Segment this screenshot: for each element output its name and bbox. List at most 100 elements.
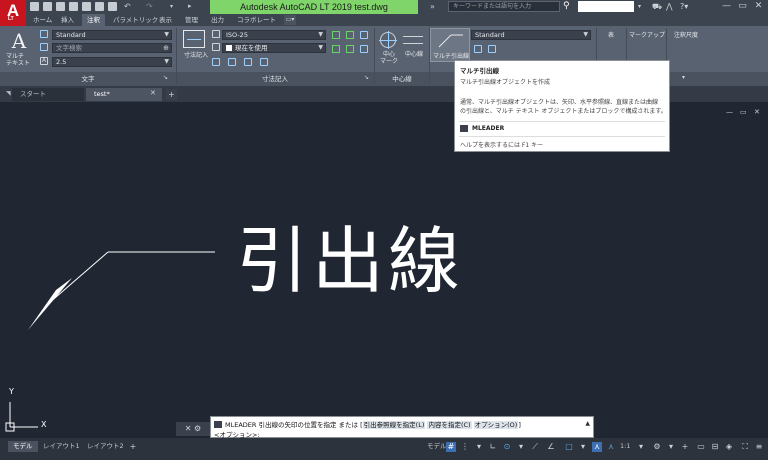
save-as-icon[interactable] (69, 2, 78, 11)
quick-properties-icon[interactable]: ⊟ (710, 442, 720, 452)
dim-break-icon[interactable] (332, 31, 340, 39)
dim-tool-3-icon[interactable] (244, 58, 252, 66)
grid-icon[interactable]: # (446, 442, 456, 452)
mleader-button[interactable]: マルチ引出線 (430, 28, 470, 62)
tab-output[interactable]: 出力 (206, 14, 229, 26)
open-file-icon[interactable] (43, 2, 52, 11)
remove-leader-icon[interactable] (488, 45, 496, 53)
text-height-select[interactable]: 2.5 ▼ (52, 57, 172, 67)
dim-jog-icon[interactable] (332, 45, 340, 53)
save-web-icon[interactable] (95, 2, 104, 11)
snap-icon[interactable]: ⋮ (460, 442, 470, 452)
add-leader-icon[interactable] (474, 45, 482, 53)
dim-update-icon[interactable] (346, 45, 354, 53)
minimize-icon[interactable]: — (720, 1, 733, 12)
annotation-scale-button[interactable]: 注釈尺度 (668, 32, 704, 39)
tab-home[interactable]: ホーム (28, 14, 57, 26)
scale-dropdown-icon[interactable]: ▾ (636, 442, 646, 452)
object-snap-tracking-icon[interactable]: ∠ (546, 442, 556, 452)
clean-screen-icon[interactable]: ⛶ (740, 442, 750, 452)
tab-toggle-icon[interactable]: ▭▾ (284, 15, 296, 25)
panel-launcher-icon[interactable]: ▾ (682, 74, 685, 81)
command-line[interactable]: MLEADER 引出線の矢印の位置を指定 または [引出参照線を指定(L) 内容… (210, 416, 594, 439)
annotation-visibility-icon[interactable]: ⋏ (592, 442, 602, 452)
help-search-input[interactable]: キーワードまたは語句を入力 (448, 1, 560, 12)
text-style-select[interactable]: Standard ▼ (52, 30, 172, 40)
layout-tab-layout2[interactable]: レイアウト2 (82, 441, 129, 452)
workspace-dropdown-icon[interactable]: ▾ (666, 442, 676, 452)
multiline-text-label[interactable]: マルチ テキスト (6, 53, 36, 67)
snap-dropdown-icon[interactable]: ▾ (474, 442, 484, 452)
redo-icon[interactable]: ↷ (146, 2, 155, 11)
tab-insert[interactable]: 挿入 (56, 14, 79, 26)
dim-tool-4-icon[interactable] (260, 58, 268, 66)
dimension-panel-title[interactable]: 寸法記入 (178, 74, 372, 84)
centerline-icon[interactable] (403, 36, 423, 44)
autodesk-app-icon[interactable]: ⋀ (666, 1, 678, 12)
tab-annotate[interactable]: 注釈 (82, 14, 105, 26)
open-web-icon[interactable] (82, 2, 91, 11)
qat-menu-icon[interactable]: ▸ (188, 2, 197, 11)
ortho-icon[interactable]: ∟ (488, 442, 498, 452)
maximize-icon[interactable]: ▭ (736, 1, 749, 12)
dim-tool-2-icon[interactable] (228, 58, 236, 66)
dimension-icon[interactable] (183, 30, 205, 48)
option-options[interactable]: オプション(O) (473, 421, 519, 429)
cmdline-customize-icon[interactable]: ⚙ (194, 424, 201, 433)
tab-view[interactable]: 表示 (154, 14, 177, 26)
centerline-panel-title[interactable]: 中心線 (376, 74, 428, 84)
sign-in-box[interactable] (578, 1, 634, 12)
new-tab-icon[interactable]: + (166, 89, 177, 100)
units-icon[interactable]: ▭ (696, 442, 706, 452)
dim-reassoc-icon[interactable] (360, 45, 368, 53)
layout-tab-layout1[interactable]: レイアウト1 (38, 441, 85, 452)
dimension-label[interactable]: 寸法記入 (178, 52, 214, 59)
mleader-style-select[interactable]: Standard ▼ (471, 30, 591, 40)
panel-launcher-icon[interactable]: ↘ (364, 74, 369, 81)
center-mark-icon[interactable] (379, 31, 397, 49)
mtext-object[interactable]: 引出線 (236, 216, 464, 306)
close-icon[interactable]: ✕ (752, 1, 765, 12)
option-content-first[interactable]: 内容を指定(C) (427, 421, 472, 429)
cmdline-history-icon[interactable]: ▲ (585, 420, 590, 427)
markup-button[interactable]: マークアップ (628, 32, 666, 39)
binoculars-icon[interactable]: ⚲ (563, 1, 574, 12)
multiline-text-icon[interactable]: A (8, 30, 30, 52)
dim-style-select[interactable]: ISO-25 ▼ (222, 30, 326, 40)
application-menu-button[interactable]: A LT (0, 0, 26, 26)
dim-inspect-icon[interactable] (360, 31, 368, 39)
osnap-dropdown-icon[interactable]: ▾ (578, 442, 588, 452)
center-mark-label[interactable]: 中心 マーク (378, 51, 400, 65)
layout-tab-model[interactable]: モデル (8, 441, 38, 452)
undo-icon[interactable]: ↶ (124, 2, 133, 11)
find-text-input[interactable]: 文字検索 ⊕ (52, 43, 172, 53)
plot-icon[interactable] (108, 2, 117, 11)
cmdline-close-icon[interactable]: ✕ (185, 424, 192, 433)
new-file-icon[interactable] (30, 2, 39, 11)
qat-dropdown-icon[interactable]: ▾ (170, 2, 179, 11)
option-leader-landing[interactable]: 引出参照線を指定(L) (362, 421, 426, 429)
file-tabs-menu-icon[interactable]: ◥ (6, 90, 11, 97)
isolate-objects-icon[interactable]: ◈ (724, 442, 734, 452)
help-icon[interactable]: ?▾ (680, 1, 700, 12)
annotation-scale-select[interactable]: 1:1 (620, 441, 630, 452)
workspace-gear-icon[interactable]: ⚙ (652, 442, 662, 452)
polar-dropdown-icon[interactable]: ▾ (516, 442, 526, 452)
cart-icon[interactable]: ⛟ (652, 1, 664, 12)
file-tab-start[interactable]: スタート (12, 88, 84, 101)
command-input[interactable]: <オプション>: (214, 429, 260, 439)
tab-collaborate[interactable]: コラボレート (232, 14, 281, 26)
dim-tool-1-icon[interactable] (212, 58, 220, 66)
centerline-label[interactable]: 中心線 (400, 51, 428, 58)
dim-layer-select[interactable]: 現在を使用 ▼ (222, 43, 326, 53)
add-layout-icon[interactable]: + (128, 442, 138, 452)
user-dropdown-icon[interactable]: ▾ (638, 1, 649, 12)
object-snap-icon[interactable]: □ (564, 442, 574, 452)
save-icon[interactable] (56, 2, 65, 11)
table-button[interactable]: 表 (598, 32, 624, 39)
isodraft-icon[interactable]: ⟋ (530, 442, 540, 452)
dim-space-icon[interactable] (346, 31, 354, 39)
polar-icon[interactable]: ⊙ (502, 442, 512, 452)
tab-manage[interactable]: 管理 (180, 14, 203, 26)
auto-scale-icon[interactable]: ⋏ (606, 442, 616, 452)
